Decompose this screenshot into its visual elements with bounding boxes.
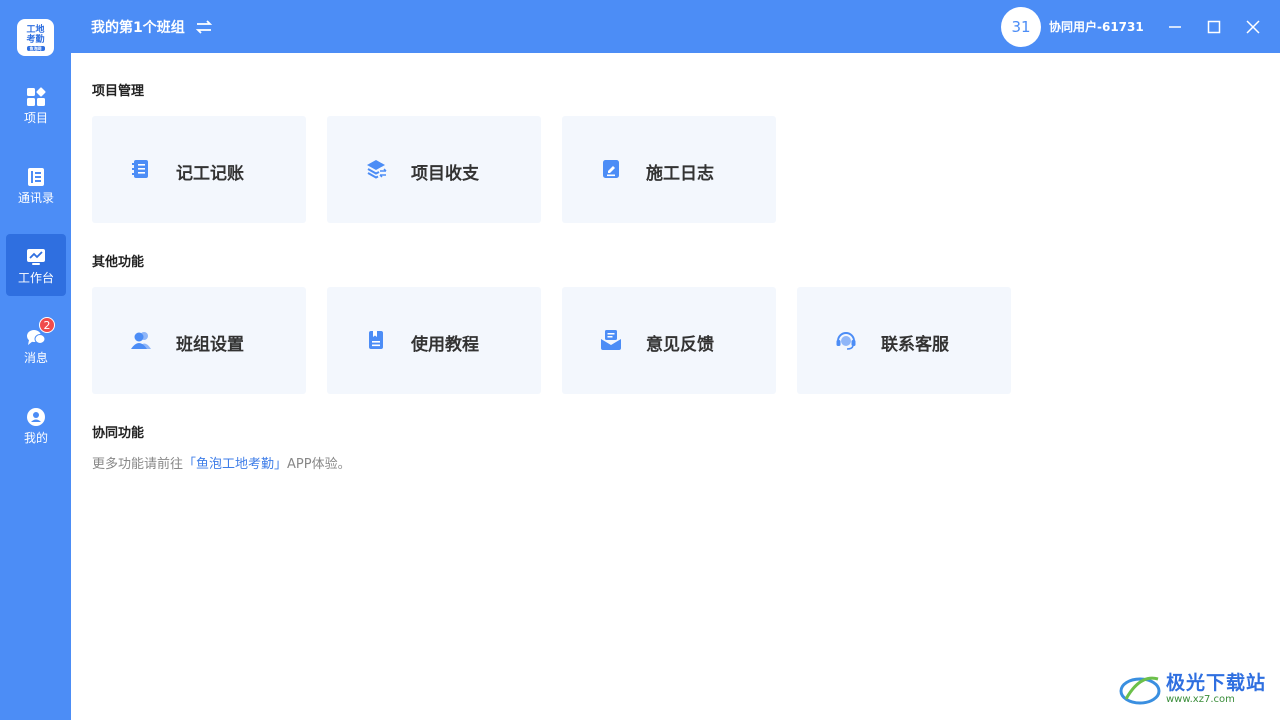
- minimize-icon: [1169, 26, 1181, 28]
- watermark-url: www.xz7.com: [1166, 694, 1235, 705]
- sidebar-item-label: 项目: [23, 110, 48, 125]
- app-link[interactable]: 「鱼泡工地考勤」: [183, 457, 287, 472]
- logo-text-2: 考勤: [26, 34, 45, 45]
- sidebar-item-messages[interactable]: 2 消息: [6, 314, 66, 376]
- logo-tag: 鱼泡网: [26, 45, 45, 51]
- collab-text-after: APP体验。: [287, 457, 351, 472]
- team-switcher[interactable]: 我的第1个班组: [91, 17, 213, 37]
- card-label: 使用教程: [411, 335, 479, 355]
- sidebar-item-label: 通讯录: [17, 190, 54, 205]
- card-customer-service[interactable]: 联系客服: [797, 287, 1011, 394]
- sidebar-item-workbench[interactable]: 工作台: [6, 234, 66, 296]
- card-label: 班组设置: [176, 335, 244, 355]
- card-label: 施工日志: [646, 164, 714, 184]
- layers-icon: [367, 160, 387, 179]
- collab-text-before: 更多功能请前往: [92, 457, 184, 472]
- swap-icon: [195, 20, 212, 34]
- section-title-other: 其他功能: [92, 255, 145, 270]
- sidebar-item-mine[interactable]: 我的: [6, 394, 66, 456]
- unread-badge: 2: [39, 316, 55, 333]
- watermark-logo-icon: [1119, 676, 1161, 705]
- sidebar-item-label: 消息: [23, 350, 48, 365]
- collab-hint: 更多功能请前往「鱼泡工地考勤」APP体验。: [92, 453, 351, 472]
- card-label: 记工记账: [176, 164, 244, 184]
- edit-doc-icon: [603, 160, 619, 178]
- card-team-settings[interactable]: 班组设置: [92, 287, 306, 394]
- maximize-button[interactable]: [1201, 14, 1227, 40]
- sidebar-item-label: 我的: [23, 430, 48, 445]
- sidebar-item-contacts[interactable]: 通讯录: [6, 154, 66, 216]
- section-title-project: 项目管理: [92, 84, 145, 99]
- sidebar-item-label: 工作台: [17, 270, 54, 285]
- maximize-icon: [1207, 20, 1221, 34]
- card-tutorial[interactable]: 使用教程: [327, 287, 541, 394]
- card-feedback[interactable]: 意见反馈: [562, 287, 776, 394]
- grid-icon: [27, 86, 46, 106]
- notebook-icon: [132, 160, 148, 178]
- avatar[interactable]: 31: [1001, 7, 1041, 47]
- watermark: 极光下载站 www.xz7.com: [1118, 664, 1278, 714]
- card-label: 项目收支: [411, 164, 479, 184]
- contacts-icon: [28, 167, 44, 186]
- feedback-icon: [601, 330, 621, 350]
- card-label: 意见反馈: [646, 335, 714, 355]
- app-logo: 工地 考勤 鱼泡网: [17, 19, 54, 56]
- user-icon: [27, 407, 45, 426]
- card-label: 联系客服: [881, 335, 949, 355]
- close-icon: [1246, 20, 1260, 34]
- close-button[interactable]: [1240, 14, 1266, 40]
- chat-icon-wrap: 2: [25, 316, 55, 348]
- book-icon: [369, 331, 383, 349]
- headset-icon: [836, 332, 856, 350]
- username[interactable]: 协同用户-61731: [1049, 18, 1144, 35]
- section-title-collab: 协同功能: [92, 426, 145, 441]
- minimize-button[interactable]: [1162, 14, 1188, 40]
- sidebar: 工地 考勤 鱼泡网 项目 通讯录 工作台 2 消息 我的: [0, 0, 71, 720]
- card-project-finance[interactable]: 项目收支: [327, 116, 541, 223]
- logo-text-1: 工地: [26, 24, 45, 35]
- card-work-record[interactable]: 记工记账: [92, 116, 306, 223]
- workbench-icon: [27, 248, 45, 265]
- sidebar-item-project[interactable]: 项目: [6, 74, 66, 136]
- watermark-title: 极光下载站: [1166, 672, 1267, 694]
- team-name: 我的第1个班组: [91, 20, 185, 36]
- team-icon: [131, 332, 151, 349]
- card-construction-log[interactable]: 施工日志: [562, 116, 776, 223]
